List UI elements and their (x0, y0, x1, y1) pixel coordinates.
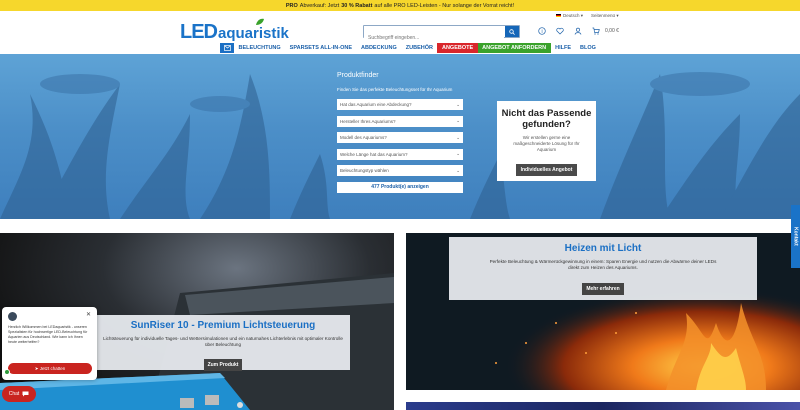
chat-bubble-icon (22, 391, 29, 397)
nav-blog[interactable]: BLOG (576, 43, 601, 53)
account-button[interactable] (573, 26, 583, 36)
chat-message: Herzlich Willkommen bei LEDaquaristik - … (8, 325, 88, 344)
promo-text-1: Abverkauf: Jetzt (299, 2, 340, 9)
hero-section: Produktfinder Finden Sie das perfekte Be… (0, 54, 800, 219)
language-label: Deutsch (563, 13, 580, 18)
german-flag-icon (556, 14, 561, 18)
svg-text:i: i (541, 29, 542, 35)
nav-zubehoer[interactable]: ZUBEHÖR (401, 43, 437, 53)
language-selector[interactable]: Deutsch ▾ (556, 13, 583, 19)
promo-label: PRO (285, 2, 298, 9)
custom-offer-button[interactable]: Individuelles Angebot (515, 164, 578, 176)
cart-button[interactable] (591, 26, 601, 36)
finder-select-abdeckung[interactable]: Hat das Aquarium eine Abdeckung? ⌄ (337, 99, 463, 110)
nav-abdeckung[interactable]: ABDECKUNG (357, 43, 402, 53)
sunriser-product-button[interactable]: Zum Produkt (203, 359, 243, 371)
nav-angebote[interactable]: ANGEBOTE (437, 43, 478, 53)
chevron-down-icon: ⌄ (456, 101, 460, 107)
custom-offer-text: Wir erstellen gerne eine maßgeschneidert… (513, 135, 580, 152)
cart-price: 0,00 € (605, 28, 619, 34)
chevron-down-icon: ⌄ (456, 118, 460, 123)
nav-home[interactable] (220, 43, 234, 53)
search-button[interactable] (505, 26, 519, 37)
select-label: Welche Länge hat das Aquarium? (340, 151, 408, 157)
search-bar[interactable] (363, 25, 520, 44)
start-chat-button[interactable]: ➤ Jetzt chatten (8, 363, 92, 374)
logo-aquaristik-text: aquaristik (218, 25, 289, 42)
select-label: Hat das Aquarium eine Abdeckung? (340, 102, 412, 107)
info-icon: i (538, 27, 546, 35)
account-menu[interactable]: Seitenmenü ▾ (591, 13, 619, 19)
heating-more-button[interactable]: Mehr erfahren (582, 283, 624, 295)
promo-discount: 30 % Rabatt (341, 2, 373, 9)
close-icon[interactable]: ✕ (86, 311, 91, 318)
chat-widget: ✕ Herzlich Willkommen bei LEDaquaristik … (2, 307, 97, 380)
sunriser-box: SunRiser 10 - Premium Lichtsteuerung Lic… (96, 315, 350, 371)
custom-offer-card: Nicht das Passende gefunden? Wir erstell… (497, 101, 596, 181)
chat-launcher[interactable]: Chat (2, 386, 36, 402)
leaf-icon (256, 18, 264, 25)
search-input[interactable] (364, 32, 504, 44)
heating-title: Heizen mit Licht (564, 243, 642, 254)
promo-bar[interactable]: PRO Abverkauf: Jetzt 30 % Rabatt auf alle… (0, 0, 800, 11)
product-finder: Produktfinder Finden Sie das perfekte Be… (337, 72, 463, 193)
finder-title: Produktfinder (337, 72, 379, 79)
search-icon (509, 28, 515, 35)
finder-select-laenge[interactable]: Welche Länge hat das Aquarium? ⌄ (337, 148, 463, 160)
chevron-down-icon: ⌄ (456, 151, 460, 156)
promo-text-2: auf alle PRO LED-Leisten - Nur solange d… (374, 2, 515, 9)
finder-description: Finden Sie das perfekte Beleuchtungsset … (337, 87, 453, 92)
chat-launcher-label: Chat (8, 391, 20, 397)
heating-text: Perfekte Beleuchtung & Wärmerückgewinnun… (489, 259, 717, 270)
chevron-down-icon: ⌄ (456, 167, 460, 173)
select-label: Hersteller Ihres Aquariums? (340, 118, 396, 124)
finder-select-modell[interactable]: Modell des Aquariums? ⌄ (337, 132, 463, 143)
user-icon (574, 27, 582, 35)
logo-aquaristik: aquaristik (218, 18, 289, 42)
heating-banner[interactable]: Heizen mit Licht Perfekte Beleuchtung & … (406, 233, 800, 390)
select-label: Beleuchtungstyp wählen (340, 168, 389, 173)
heart-icon (556, 27, 564, 35)
mail-icon (223, 45, 231, 51)
top-links: Deutsch ▾ Seitenmenü ▾ (556, 13, 619, 19)
wishlist-button[interactable] (555, 26, 565, 36)
agent-avatar (8, 312, 17, 321)
header: Deutsch ▾ Seitenmenü ▾ LED aquaristik i … (0, 11, 800, 44)
logo[interactable]: LED aquaristik (180, 18, 289, 43)
sunriser-text: Lichtsteuerung für individuelle Tages- u… (103, 336, 343, 347)
heating-box: Heizen mit Licht Perfekte Beleuchtung & … (449, 237, 757, 300)
finder-select-hersteller[interactable]: Hersteller Ihres Aquariums? ⌄ (337, 115, 463, 127)
nav-hilfe[interactable]: HILFE (551, 43, 576, 53)
contact-side-tab[interactable]: Kontakt (791, 205, 800, 268)
sunriser-title: SunRiser 10 - Premium Lichtsteuerung (130, 320, 316, 331)
online-status-icon (4, 369, 10, 375)
nav-angebot-anfordern[interactable]: ANGEBOT ANFORDERN (477, 43, 551, 53)
start-chat-label: Jetzt chatten (39, 366, 66, 371)
nav-sparsets[interactable]: SPARSETS ALL-IN-ONE (285, 43, 356, 53)
show-products-button[interactable]: 477 Produkt(e) anzeigen (337, 181, 463, 193)
info-button[interactable]: i (537, 26, 547, 36)
finder-select-beleuchtungstyp[interactable]: Beleuchtungstyp wählen ⌄ (337, 165, 463, 176)
logo-led: LED (180, 21, 218, 43)
select-label: Modell des Aquariums? (340, 135, 387, 140)
chevron-down-icon: ⌄ (456, 134, 460, 140)
nav-beleuchtung[interactable]: BELEUCHTUNG (234, 43, 285, 53)
custom-offer-title: Nicht das Passende gefunden? (501, 108, 592, 130)
lightning-banner[interactable] (406, 402, 800, 410)
main-nav: BELEUCHTUNG SPARSETS ALL-IN-ONE ABDECKUN… (220, 43, 600, 53)
account-label: Seitenmenü (591, 13, 616, 18)
cart-icon (592, 27, 600, 35)
header-icons: i 0,00 € (537, 26, 619, 36)
